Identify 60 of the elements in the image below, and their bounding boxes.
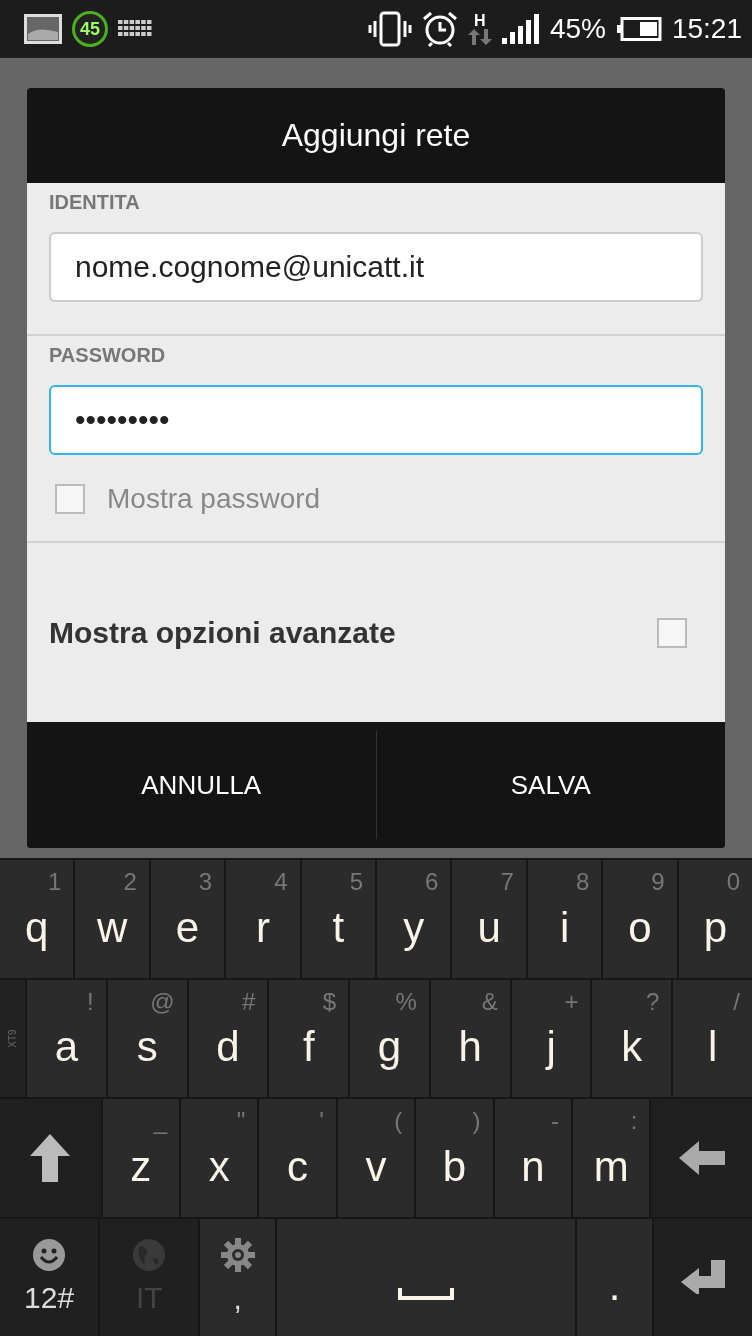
shift-arrow-icon [30,1133,71,1182]
signal-bars-icon [501,14,540,44]
checkbox[interactable] [55,484,85,514]
key[interactable]: 12# [0,1218,99,1336]
key[interactable]: % g [350,979,429,1097]
key[interactable]: 8 i [527,860,602,978]
alarm-clock-icon [421,11,458,47]
key[interactable]: 3 e [150,860,225,978]
enter-arrow-icon [680,1260,725,1295]
picture-icon [24,14,62,44]
key[interactable]: ) b [416,1099,493,1217]
key[interactable]: _ z [102,1099,179,1217]
field-label: PASSWORD [49,343,167,367]
key[interactable]: $ f [269,979,349,1097]
key[interactable]: / l [673,979,752,1097]
key[interactable]: - n [494,1099,571,1217]
field-label: IDENTITA [49,190,141,214]
input-field[interactable]: ••••••••• [49,385,703,455]
key[interactable]: 4 r [226,860,300,978]
key[interactable]: 9 o [603,860,677,978]
key[interactable]: , [200,1218,275,1336]
dialog-title: Aggiungi rete [27,88,725,183]
backspace-arrow-icon [678,1140,725,1175]
battery-percent: 45% [549,13,606,45]
battery-icon [615,17,662,41]
input-field[interactable]: nome.cognome@unicatt.it [49,232,703,302]
space-bar-icon [398,1288,455,1300]
key[interactable]: + j [511,979,591,1097]
key[interactable]: ? k [592,979,672,1097]
option-label: Mostra opzioni avanzate [49,615,396,650]
keyboard-icon [118,20,152,38]
key[interactable]: ! a [27,979,106,1097]
vibrate-icon [367,11,412,47]
key[interactable]: @ s [107,979,187,1097]
mode-label: XT9 [7,1029,18,1048]
key[interactable]: ( v [337,1099,415,1217]
key[interactable]: & h [430,979,510,1097]
shift-key[interactable] [0,1099,101,1217]
key[interactable]: 7 u [452,860,526,978]
backspace-key[interactable] [651,1099,752,1217]
globe-icon [133,1239,166,1272]
key[interactable]: ' c [259,1099,336,1217]
key[interactable]: . [577,1218,652,1336]
checkbox-label: Mostra password [107,483,321,515]
enter-key[interactable] [653,1218,752,1336]
gear-icon [220,1238,255,1273]
key[interactable]: 0 p [678,860,752,978]
key[interactable]: 5 t [301,860,376,978]
checkbox[interactable] [657,617,687,648]
network-type-label: H [474,13,486,29]
clock-time: 15:21 [671,13,742,45]
key[interactable]: " x [181,1099,258,1217]
notification-badge: 45 [72,11,108,47]
key[interactable]: # d [188,979,268,1097]
key[interactable]: : m [573,1099,650,1217]
data-arrows-icon [467,29,492,45]
smiley-icon [33,1239,66,1272]
key[interactable]: 6 y [377,860,451,978]
key[interactable]: 2 w [75,860,149,978]
key[interactable]: 1 q [0,860,74,978]
